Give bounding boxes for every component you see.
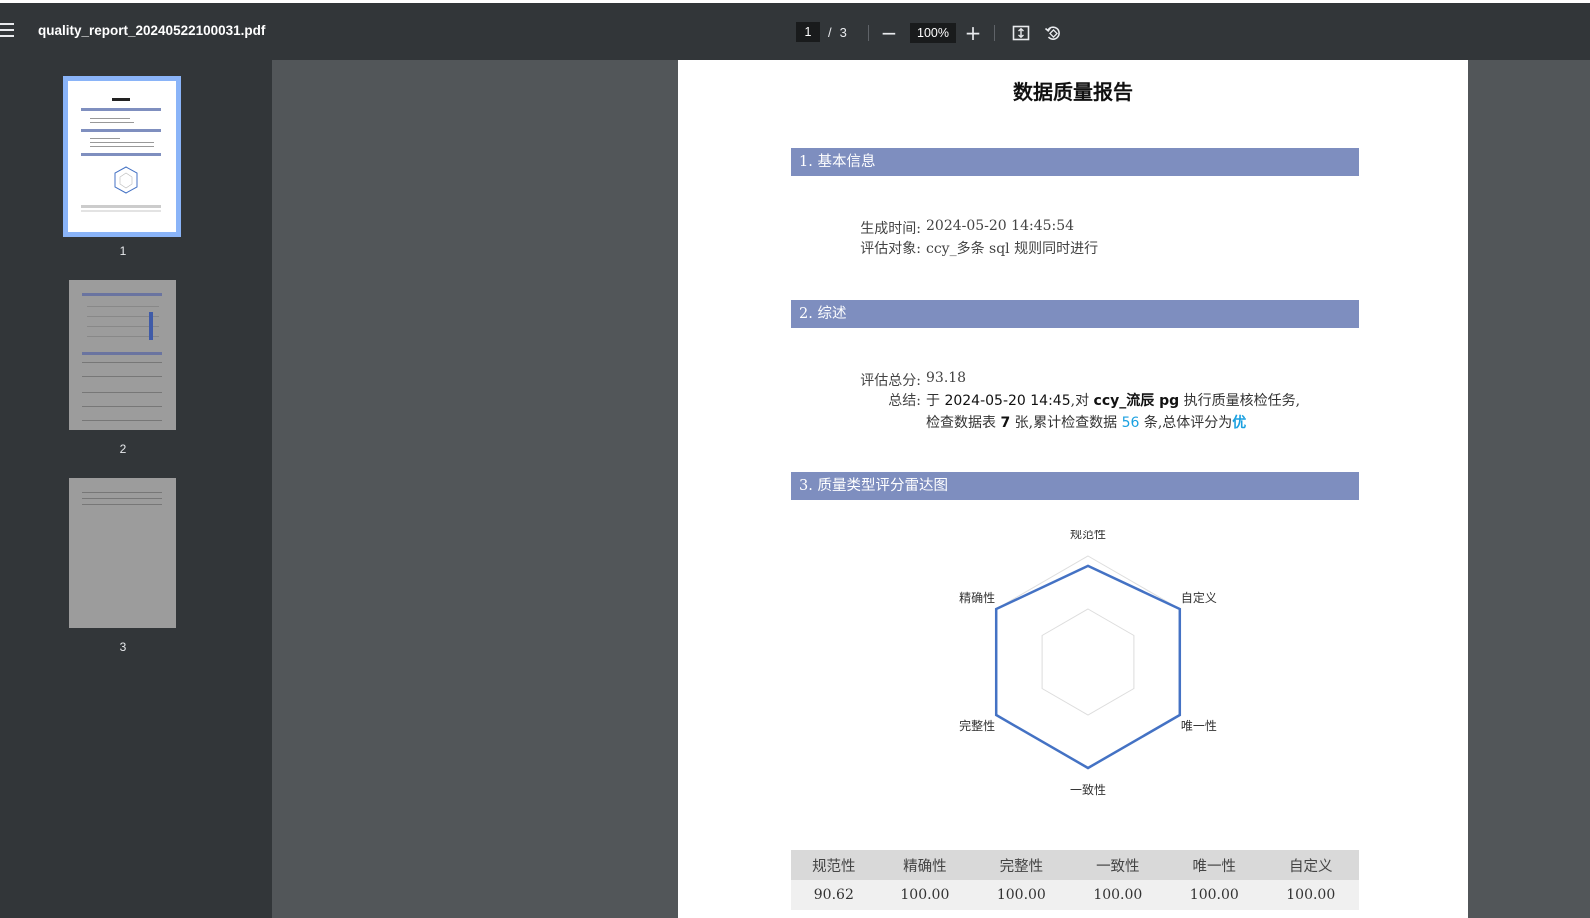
score-value-cell: 100.00 [1069,880,1167,910]
zoom-level-input[interactable] [910,23,956,43]
score-header-cell: 完整性 [973,850,1070,880]
rotate-icon [1044,26,1060,40]
zoom-out-icon: − [880,21,898,45]
row-count: 56 [1121,415,1140,431]
thumbnail-image [63,76,181,237]
radar-grid-outer [995,555,1181,769]
score-value-cell: 100.00 [876,880,974,910]
thumbnail-image [69,478,176,628]
conclusion-line-2: 检查数据表 7 张,累计检查数据 56 条,总体评分为优 [926,412,1246,432]
thumbnail-page-3[interactable]: 3 [63,478,176,654]
zoom-out-button[interactable]: − [876,20,902,46]
radar-axis-label: 唯一性 [1181,719,1217,733]
score-value-cell: 100.00 [1166,880,1263,910]
gen-time-value: 2024-05-20 14:45:54 [926,218,1075,234]
thumbnail-label: 1 [119,244,127,258]
document-title: 数据质量报告 [1013,80,1133,104]
score-value-cell: 100.00 [1262,880,1359,910]
zoom-in-icon: + [964,21,982,45]
radar-series [994,564,1182,770]
conclusion-text: 检查数据表 [926,415,1001,431]
summary-block: 评估总分: 93.18 总结: 于 2024-05-20 14:45,对 ccy… [831,370,1331,434]
page-separator: / [828,24,832,40]
fit-page-button[interactable] [1008,20,1034,46]
radar-axis-label: 自定义 [1181,590,1217,605]
zoom-in-button[interactable]: + [960,20,986,46]
section-heading-basic-info: 1. 基本信息 [791,148,1359,176]
target-value: ccy_多条 sql 规则同时进行 [926,241,1099,257]
table-count: 7 [1000,415,1011,431]
score-table: 规范性 精确性 完整性 一致性 唯一性 自定义 90.62 100.00 100.00 100.… [791,850,1359,910]
conclusion-line-1: 于 2024-05-20 14:45,对 ccy_流辰 pg 执行质量核检任务, [926,390,1300,410]
file-name: quality_report_20240522100031.pdf [38,23,266,38]
conclusion-text: 张,累计检查数据 [1010,415,1122,431]
toolbar-divider [994,25,995,41]
score-value: 93.18 [926,370,967,386]
rotate-button[interactable] [1040,20,1066,46]
score-header-cell: 规范性 [791,850,877,880]
conclusion-text: 执行质量核检任务, [1179,393,1301,409]
total-pages: 3 [839,24,847,40]
conclusion-target: ccy_流辰 pg [1093,393,1180,409]
score-value-cell: 100.00 [973,880,1070,910]
gen-time-label: 生成时间: [860,221,921,237]
radar-axis-label: 规范性 [1070,530,1106,541]
radar-grid-inner [1041,608,1135,716]
thumbnail-label: 3 [119,640,127,654]
conclusion-text: ,对 [1070,393,1094,409]
viewer-toolbar: quality_report_20240522100031.pdf / 3 − … [0,0,1590,60]
thumbnail-label: 2 [119,442,127,456]
basic-info-block: 生成时间: 2024-05-20 14:45:54 评估对象: ccy_多条 s… [831,218,1231,258]
score-header-cell: 精确性 [876,850,974,880]
conclusion-time: 2024-05-20 14:45 [944,393,1071,409]
thumbnail-page-2[interactable]: 2 [63,280,176,456]
radar-axis-label: 一致性 [1070,783,1106,797]
fit-page-icon [1012,25,1030,41]
document-viewer[interactable]: 数据质量报告 1. 基本信息 生成时间: 2024-05-20 14:45:54… [272,60,1590,918]
page-number-input[interactable] [796,22,820,42]
radar-axis-label: 完整性 [959,718,995,733]
conclusion-text: 条,总体评分为 [1139,415,1233,431]
score-header-cell: 一致性 [1069,850,1167,880]
radar-axis-label: 精确性 [959,591,995,605]
thumbnail-sidebar: 1 2 3 [0,60,272,918]
thumbnail-image [69,280,176,430]
thumbnail-page-1[interactable]: 1 [63,76,181,258]
radar-chart: 规范性自定义唯一性一致性 完整性 精确性 [959,530,1217,797]
conclusion-label: 总结: [888,393,921,409]
target-label: 评估对象: [860,241,921,257]
conclusion-text: 于 [926,393,945,409]
score-label: 评估总分: [860,373,921,389]
menu-icon[interactable] [0,23,16,39]
score-value-cell: 90.62 [791,880,877,910]
score-header-cell: 唯一性 [1166,850,1263,880]
page-navigation: / 3 [796,22,847,42]
toolbar-divider [868,25,869,41]
pdf-page: 数据质量报告 1. 基本信息 生成时间: 2024-05-20 14:45:54… [678,60,1468,918]
section-heading-radar: 3. 质量类型评分雷达图 [791,472,1359,500]
section-heading-summary: 2. 综述 [791,300,1359,328]
overall-grade: 优 [1232,415,1247,431]
score-header-cell: 自定义 [1262,850,1359,880]
